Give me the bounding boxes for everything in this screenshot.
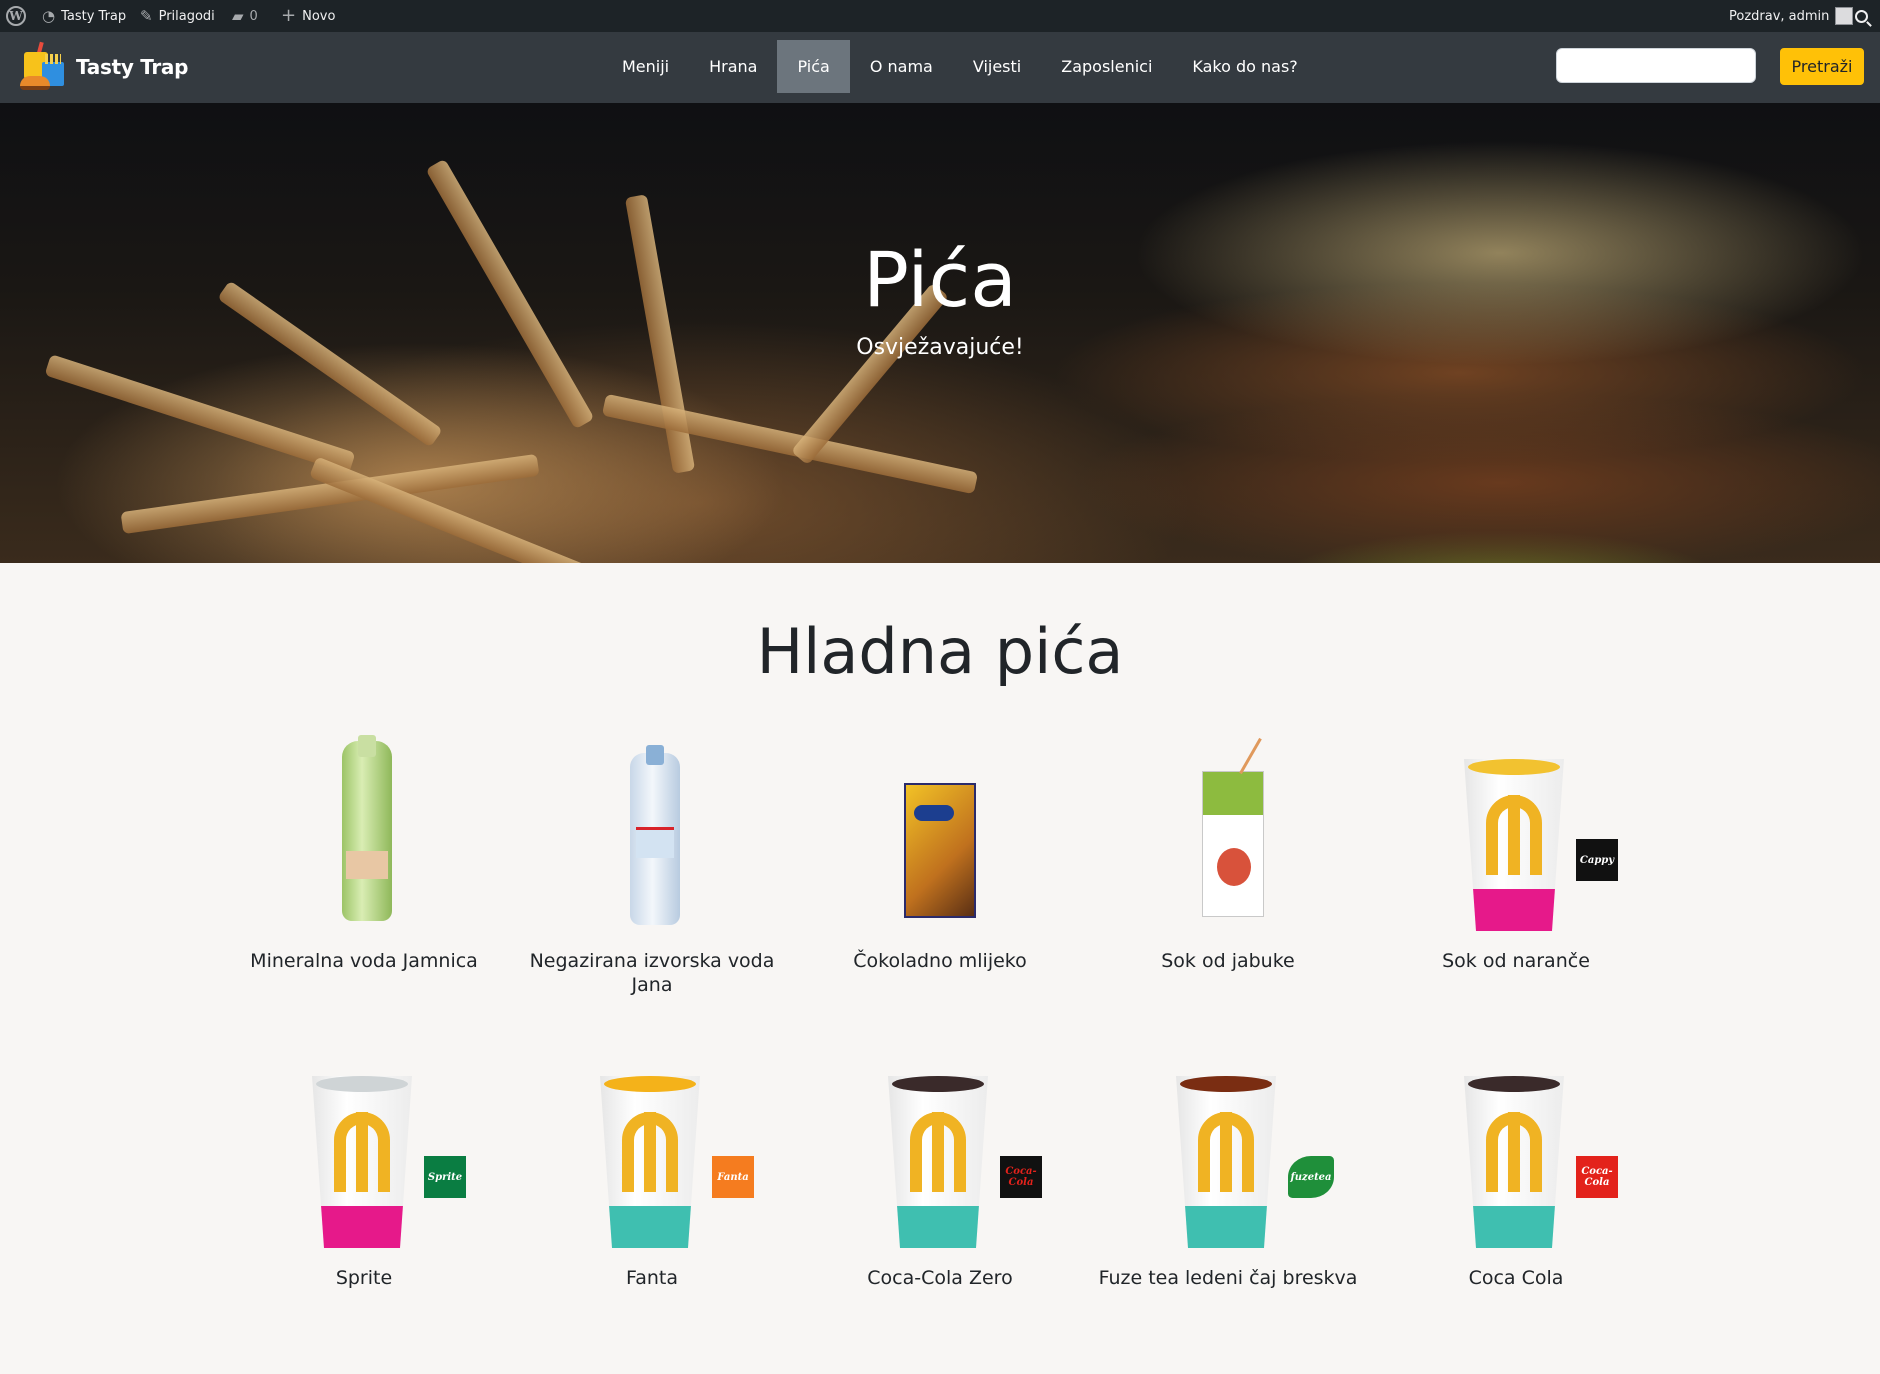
menu-item-zaposlenici[interactable]: Zaposlenici [1041, 40, 1172, 93]
drink-cup-image [600, 1076, 700, 1248]
search-button[interactable]: Pretraži [1780, 48, 1864, 85]
search-input[interactable] [1556, 48, 1756, 83]
product-image[interactable]: Coca-Cola [800, 1052, 1080, 1252]
golden-arches-icon [622, 1112, 678, 1192]
admin-search-button[interactable] [1855, 0, 1868, 32]
product-image[interactable] [224, 735, 504, 935]
plus-icon: + [281, 5, 297, 26]
wordpress-icon: W [6, 6, 26, 26]
golden-arches-icon [334, 1112, 390, 1192]
customize-label: Prilagodi [158, 8, 215, 24]
product-card[interactable]: Coca-Cola Coca Cola [1376, 1052, 1656, 1290]
product-image[interactable]: Cappy [1376, 735, 1656, 935]
product-name[interactable]: Fanta [512, 1266, 792, 1290]
product-name[interactable]: Sprite [224, 1266, 504, 1290]
product-name[interactable]: Negazirana izvorska voda Jana [512, 949, 792, 997]
brand-logo-icon: Fanta [712, 1156, 754, 1198]
comment-icon: ▰ [232, 6, 244, 25]
carton-apple-image [1202, 771, 1264, 917]
product-name[interactable]: Čokoladno mlijeko [800, 949, 1080, 973]
wordpress-logo-button[interactable]: W [6, 0, 26, 32]
product-image[interactable]: fuzetea [1088, 1052, 1368, 1252]
new-content-link[interactable]: + Novo [281, 0, 335, 32]
account-menu[interactable]: Pozdrav, admin [1729, 0, 1854, 32]
carton-choc-image [904, 783, 976, 918]
bottle-clear-image [630, 745, 680, 925]
golden-arches-icon [1486, 795, 1542, 875]
product-image[interactable]: Sprite [224, 1052, 504, 1252]
product-card[interactable]: Negazirana izvorska voda Jana [512, 735, 792, 997]
greeting-label: Pozdrav, admin [1729, 8, 1830, 24]
product-card[interactable]: Sok od jabuke [1088, 735, 1368, 973]
avatar [1835, 7, 1854, 25]
menu-item-meniji[interactable]: Meniji [602, 40, 689, 93]
dashboard-icon: ◔ [42, 6, 56, 25]
menu-item-o-nama[interactable]: O nama [850, 40, 953, 93]
product-card[interactable]: Cappy Sok od naranče [1376, 735, 1656, 973]
search-icon [1855, 9, 1868, 23]
golden-arches-icon [1198, 1112, 1254, 1192]
hero-subtitle: Osvježavajuće! [856, 335, 1024, 360]
wp-admin-bar: W ◔ Tasty Trap ✎ Prilagodi ▰ 0 + Novo Po… [0, 0, 1880, 32]
comments-link[interactable]: ▰ 0 [232, 0, 258, 32]
drink-cup-image [1464, 759, 1564, 931]
product-name[interactable]: Coca-Cola Zero [800, 1266, 1080, 1290]
product-name[interactable]: Fuze tea ledeni čaj breskva [1088, 1266, 1368, 1290]
menu-item-hrana[interactable]: Hrana [689, 40, 777, 93]
product-image[interactable]: Fanta [512, 1052, 792, 1252]
site-name-link[interactable]: ◔ Tasty Trap [42, 0, 126, 32]
product-name[interactable]: Mineralna voda Jamnica [224, 949, 504, 973]
hero-banner: Pića Osvježavajuće! [0, 103, 1880, 563]
product-card[interactable]: Mineralna voda Jamnica [224, 735, 504, 973]
product-image[interactable] [800, 735, 1080, 935]
golden-arches-icon [910, 1112, 966, 1192]
product-name[interactable]: Sok od jabuke [1088, 949, 1368, 973]
hero-title: Pića [863, 235, 1017, 324]
drink-cup-image [888, 1076, 988, 1248]
brand-logo-icon: fuzetea [1288, 1156, 1334, 1198]
brand-logo-icon: Cappy [1576, 839, 1618, 881]
new-label: Novo [302, 8, 336, 24]
brand-name: Tasty Trap [76, 55, 189, 79]
product-card[interactable]: Sprite Sprite [224, 1052, 504, 1290]
comments-count: 0 [249, 8, 258, 24]
brand-logo-icon: Coca-Cola [1576, 1156, 1618, 1198]
menu-item-kako-do-nas[interactable]: Kako do nas? [1172, 40, 1317, 93]
tasty-trap-logo [20, 41, 64, 92]
bottle-green-image [342, 735, 392, 921]
section-title: Hladna pića [756, 615, 1124, 688]
product-card[interactable]: Coca-Cola Coca-Cola Zero [800, 1052, 1080, 1290]
menu-item-vijesti[interactable]: Vijesti [953, 40, 1041, 93]
product-card[interactable]: Čokoladno mlijeko [800, 735, 1080, 973]
golden-arches-icon [1486, 1112, 1542, 1192]
product-image[interactable] [1088, 735, 1368, 935]
product-card[interactable]: Fanta Fanta [512, 1052, 792, 1290]
product-card[interactable]: fuzetea Fuze tea ledeni čaj breskva [1088, 1052, 1368, 1290]
product-image[interactable]: Coca-Cola [1376, 1052, 1656, 1252]
main-menu: Meniji Hrana Pića O nama Vijesti Zaposle… [602, 40, 1318, 93]
drink-cup-image [1464, 1076, 1564, 1248]
brush-icon: ✎ [140, 6, 153, 25]
menu-item-pica[interactable]: Pića [777, 40, 850, 93]
product-image[interactable] [512, 735, 792, 935]
drink-cup-image [1176, 1076, 1276, 1248]
customize-link[interactable]: ✎ Prilagodi [140, 0, 215, 32]
brand-link[interactable]: Tasty Trap [20, 41, 189, 92]
site-name-label: Tasty Trap [61, 8, 127, 24]
product-name[interactable]: Coca Cola [1376, 1266, 1656, 1290]
product-name[interactable]: Sok od naranče [1376, 949, 1656, 973]
brand-logo-icon: Sprite [424, 1156, 466, 1198]
brand-logo-icon: Coca-Cola [1000, 1156, 1042, 1198]
drink-cup-image [312, 1076, 412, 1248]
